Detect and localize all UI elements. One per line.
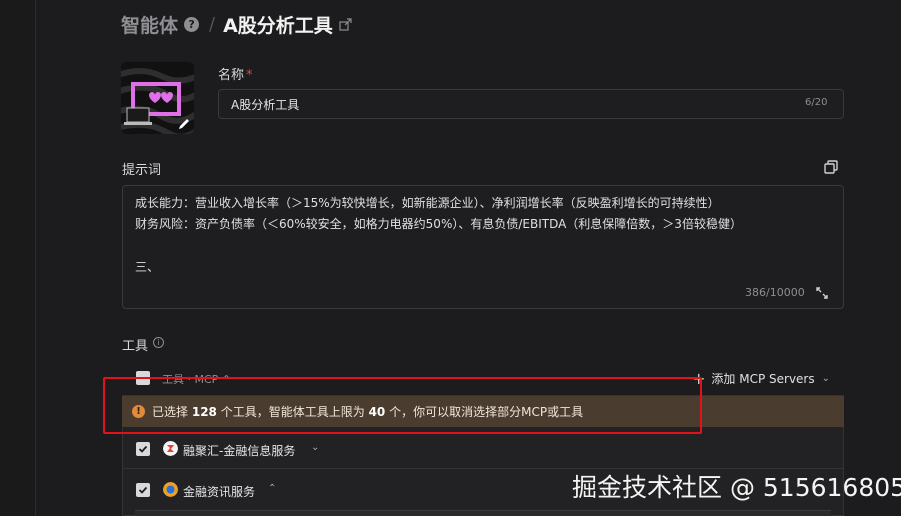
breadcrumb-separator: /	[209, 13, 216, 35]
chevron-down-icon: ⌄	[821, 373, 830, 384]
prompt-char-counter: 386/10000	[745, 286, 805, 299]
annotation-highlight-box	[103, 377, 702, 434]
left-rail	[0, 0, 36, 516]
share-icon[interactable]	[339, 17, 352, 31]
server-name[interactable]: 融聚汇-金融信息服务	[183, 442, 295, 459]
server-logo-icon	[163, 441, 178, 456]
prompt-line: 三、	[135, 260, 160, 274]
copy-icon[interactable]	[824, 160, 838, 174]
name-input[interactable]	[218, 89, 844, 119]
tools-label: 工具	[122, 339, 149, 354]
server-checkbox[interactable]	[136, 442, 150, 456]
page-title: A股分析工具	[223, 14, 333, 37]
required-mark: *	[246, 68, 253, 83]
expand-icon[interactable]	[816, 287, 828, 299]
server-logo-icon	[163, 482, 178, 497]
chevron-down-icon[interactable]: ⌄	[311, 442, 319, 453]
server-checkbox[interactable]	[136, 483, 150, 497]
server-name[interactable]: 金融资讯服务	[183, 483, 255, 500]
tool-list-continuation	[135, 510, 831, 516]
add-mcp-servers-button[interactable]: + 添加 MCP Servers ⌄	[692, 369, 830, 388]
prompt-line: 财务风险：资产负债率（＜60%较安全，如格力电器约50%）、有息负债/EBITD…	[135, 217, 742, 231]
name-char-counter: 6/20	[805, 97, 828, 108]
info-icon[interactable]: i	[153, 337, 164, 348]
prompt-label: 提示词	[122, 163, 162, 178]
name-label-text: 名称	[218, 68, 245, 83]
checkmark-icon	[138, 486, 148, 494]
breadcrumb: 智能体 ? / A股分析工具	[121, 10, 352, 38]
checkmark-icon	[138, 445, 148, 453]
add-mcp-label: 添加 MCP Servers	[711, 372, 815, 386]
breadcrumb-root[interactable]: 智能体	[121, 11, 178, 38]
help-icon[interactable]: ?	[184, 16, 200, 32]
edit-pencil-icon[interactable]	[176, 116, 192, 132]
agent-avatar[interactable]	[121, 62, 194, 134]
prompt-line: 成长能力：营业收入增长率（＞15%为较快增长，如新能源企业）、净利润增长率（反映…	[135, 196, 720, 210]
prompt-textarea[interactable]: 成长能力：营业收入增长率（＞15%为较快增长，如新能源企业）、净利润增长率（反映…	[122, 185, 844, 309]
name-label: 名称 *	[218, 64, 253, 83]
chevron-up-icon[interactable]: ⌃	[268, 483, 276, 494]
watermark: 掘金技术社区 @ 515616805	[572, 473, 901, 502]
